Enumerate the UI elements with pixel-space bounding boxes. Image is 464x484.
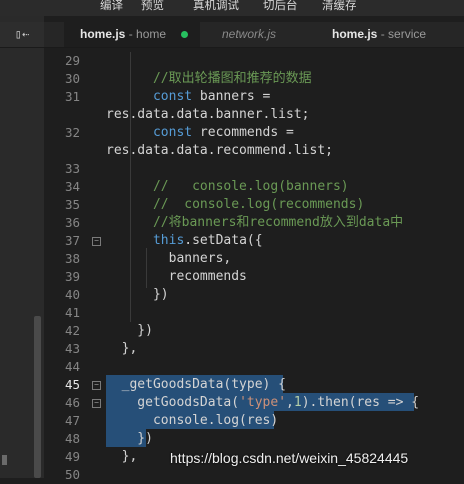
code-line[interactable]: //取出轮播图和推荐的数据	[106, 70, 312, 88]
tab-filename: network.js	[222, 27, 277, 41]
line-number	[44, 106, 108, 124]
line-number: 31	[44, 88, 108, 106]
tab-folder: service	[388, 27, 427, 41]
tab-home-js-home[interactable]: home.js - home	[64, 22, 200, 47]
line-number-text: 46	[64, 395, 80, 410]
editor-tab-bar: ▯⇠ home.js - home network.js home.js - s…	[0, 22, 464, 48]
line-number-text: 35	[64, 197, 80, 212]
fold-toggle-icon[interactable]: −	[92, 399, 101, 408]
tab-separator: -	[377, 27, 389, 41]
compile-button[interactable]: 编译	[100, 0, 123, 13]
line-number: 44	[44, 358, 108, 376]
code-line[interactable]: res.data.data.banner.list;	[106, 106, 310, 124]
line-number-text: 29	[64, 53, 80, 68]
sidebar-marker	[2, 455, 7, 465]
line-number-text: 30	[64, 71, 80, 86]
fold-toggle-icon[interactable]: −	[92, 237, 101, 246]
line-number: 29	[44, 52, 108, 70]
line-number-text: 34	[64, 179, 80, 194]
line-number: 42	[44, 322, 108, 340]
line-number-text: 32	[64, 125, 80, 140]
line-number: 35	[44, 196, 108, 214]
code-line[interactable]: // console.log(recommends)	[106, 196, 364, 214]
line-number: 33	[44, 160, 108, 178]
tab-folder: home	[136, 27, 167, 41]
line-number-text: 47	[64, 413, 80, 428]
toolbar: 编译 预览 真机调试 切后台 清缓存	[0, 0, 464, 16]
tab-filename: home.js	[80, 27, 126, 41]
device-debug-button[interactable]: 真机调试	[193, 0, 239, 13]
code-line[interactable]: })	[106, 322, 153, 340]
code-line[interactable]: },	[106, 448, 138, 466]
code-line[interactable]: const banners =	[106, 88, 270, 106]
line-number-text: 33	[64, 161, 80, 176]
tab-separator: -	[125, 27, 137, 41]
line-number-text: 38	[64, 251, 80, 266]
code-line[interactable]: _getGoodsData(type) {	[106, 376, 286, 394]
line-number-text: 40	[64, 287, 80, 302]
line-number-text: 39	[64, 269, 80, 284]
line-number-text: 45	[64, 377, 80, 392]
line-number-text: 31	[64, 89, 80, 104]
watermark-text: https://blog.csdn.net/weixin_45824445	[170, 450, 409, 466]
line-number: 30	[44, 70, 108, 88]
line-number-text: 50	[64, 467, 80, 482]
code-line[interactable]: })	[106, 286, 169, 304]
fold-toggle-icon[interactable]: −	[92, 381, 101, 390]
line-number-text: 37	[64, 233, 80, 248]
sidebar-toggle-icon[interactable]: ▯⇠	[0, 22, 44, 47]
code-line[interactable]: banners,	[106, 250, 232, 268]
line-number: 36	[44, 214, 108, 232]
line-number: 39	[44, 268, 108, 286]
clear-cache-button[interactable]: 清缓存	[322, 0, 357, 13]
tab-home-js-service[interactable]: home.js - service	[332, 22, 426, 47]
vertical-scrollbar[interactable]	[34, 316, 41, 478]
line-number-text: 36	[64, 215, 80, 230]
code-line[interactable]: })	[106, 430, 153, 448]
unsaved-dot-icon	[181, 31, 188, 38]
code-line[interactable]: //将banners和recommend放入到data中	[106, 214, 403, 232]
line-number: 40	[44, 286, 108, 304]
line-number-text: 48	[64, 431, 80, 446]
line-number: 32	[44, 124, 108, 142]
line-number-text: 44	[64, 359, 80, 374]
line-number: 47	[44, 412, 108, 430]
line-number: 48	[44, 430, 108, 448]
line-number	[44, 142, 108, 160]
line-number-text: 43	[64, 341, 80, 356]
line-number: 43	[44, 340, 108, 358]
line-number-text: 42	[64, 323, 80, 338]
code-line[interactable]: recommends	[106, 268, 247, 286]
line-number: 38	[44, 250, 108, 268]
line-number: 41	[44, 304, 108, 322]
code-line[interactable]: console.log(res)	[106, 412, 278, 430]
code-line[interactable]: res.data.data.recommend.list;	[106, 142, 333, 160]
preview-button[interactable]: 预览	[141, 0, 164, 13]
line-number: 50	[44, 466, 108, 484]
code-line[interactable]: },	[106, 340, 138, 358]
line-number-text: 49	[64, 449, 80, 464]
line-number: 49	[44, 448, 108, 466]
code-line[interactable]: getGoodsData('type',1).then(res => {	[106, 394, 419, 412]
background-button[interactable]: 切后台	[263, 0, 298, 13]
tab-network-js[interactable]: network.js	[222, 22, 276, 47]
code-line[interactable]: const recommends =	[106, 124, 294, 142]
code-line[interactable]: // console.log(banners)	[106, 178, 349, 196]
line-number: 34	[44, 178, 108, 196]
tab-filename: home.js	[332, 27, 378, 41]
line-number-text: 41	[64, 305, 80, 320]
code-line[interactable]: this.setData({	[106, 232, 263, 250]
